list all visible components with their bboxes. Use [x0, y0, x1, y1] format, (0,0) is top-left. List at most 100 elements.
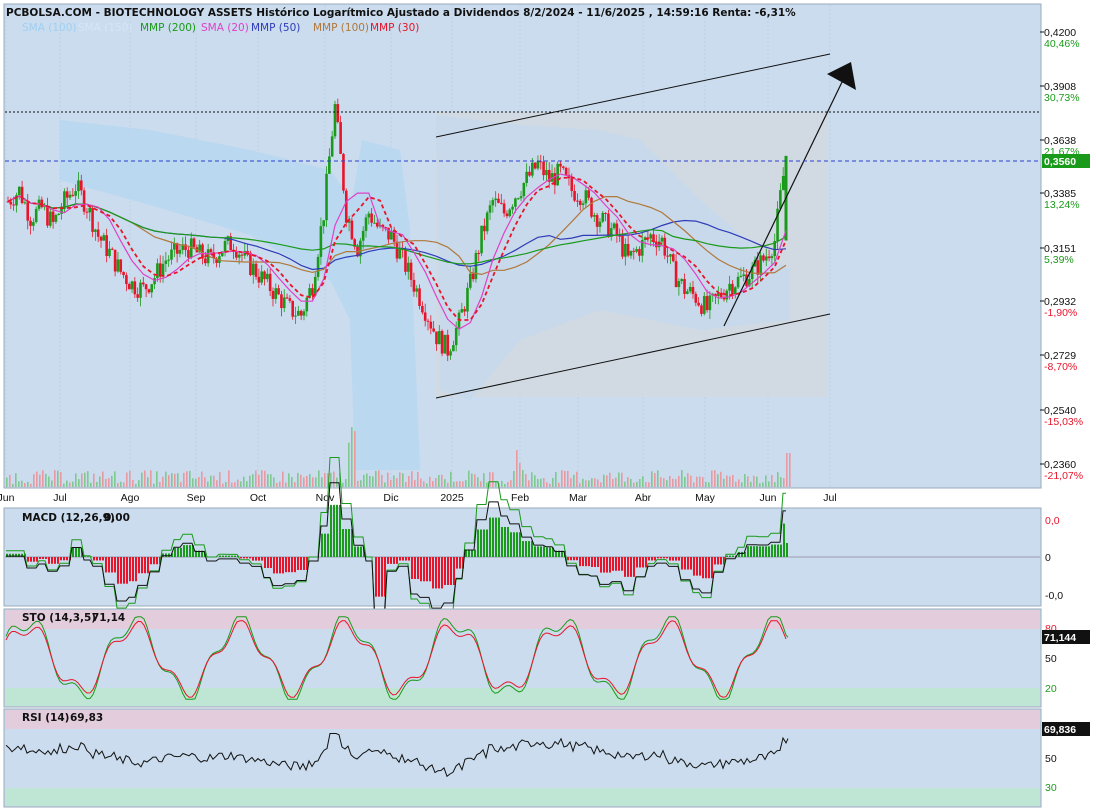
- candle-body: [370, 213, 373, 223]
- volume-bar: [198, 476, 200, 487]
- candle-body: [263, 271, 266, 280]
- volume-bar: [600, 482, 602, 487]
- candle-body: [257, 276, 261, 283]
- candle-body: [584, 190, 588, 204]
- month-label-6: Dic: [383, 492, 398, 504]
- macd-bar: [135, 557, 137, 582]
- candle-body: [406, 262, 410, 272]
- volume-bar: [516, 450, 518, 487]
- volume-bar: [90, 482, 92, 487]
- candle-body: [54, 215, 58, 222]
- candle-body: [330, 136, 334, 157]
- candle-body: [618, 235, 621, 237]
- volume-bar: [276, 482, 278, 487]
- candle-body: [344, 190, 348, 223]
- candle-body: [505, 213, 509, 217]
- candle-body: [57, 213, 61, 216]
- volume-bar: [165, 471, 167, 487]
- candle-body: [702, 296, 706, 314]
- macd-bar: [330, 504, 332, 557]
- candle-body: [404, 249, 407, 272]
- legend-item-6: MMP (30): [370, 22, 419, 34]
- macd-bar: [249, 557, 251, 559]
- chart-frame: PCBOLSA.COM - BIOTECHNOLOGY ASSETS Histó…: [0, 3, 1090, 808]
- macd-bar: [333, 504, 335, 557]
- volume-bar: [621, 472, 623, 487]
- candle-body: [161, 263, 165, 277]
- macd-bar: [489, 517, 491, 557]
- month-label-8: Feb: [511, 492, 529, 504]
- macd-bar: [114, 557, 116, 573]
- candle-body: [282, 297, 286, 309]
- volume-bar: [432, 481, 434, 487]
- candle-body: [694, 293, 698, 303]
- volume-bar: [678, 476, 680, 487]
- candle-body: [739, 275, 743, 277]
- volume-bar: [774, 482, 776, 487]
- volume-bar: [144, 470, 146, 487]
- macd-bar: [786, 543, 788, 557]
- macd-bar: [525, 541, 527, 557]
- volume-bar: [72, 481, 74, 487]
- candle-body: [705, 296, 709, 311]
- macd-bar: [255, 557, 257, 561]
- macd-bar: [186, 545, 188, 557]
- volume-bar: [297, 472, 299, 487]
- macd-axis-top: 0,0: [1045, 515, 1060, 527]
- volume-bar: [441, 474, 443, 487]
- candle-body: [299, 310, 303, 316]
- macd-bar: [99, 557, 101, 561]
- candle-body: [108, 248, 111, 257]
- rsi-value: 69,83: [70, 712, 103, 724]
- macd-bar: [36, 557, 38, 562]
- macd-bar: [444, 557, 446, 585]
- volume-bar: [438, 475, 440, 487]
- volume-bar: [675, 479, 677, 487]
- macd-bar: [696, 557, 698, 576]
- volume-bar: [711, 470, 713, 487]
- macd-bar: [543, 546, 545, 557]
- volume-bar: [732, 474, 734, 487]
- candle-body: [435, 331, 438, 345]
- macd-bar: [732, 555, 734, 557]
- volume-bar: [639, 479, 641, 487]
- volume-bar: [693, 482, 695, 487]
- volume-bar: [141, 472, 143, 487]
- candle-body: [632, 250, 636, 252]
- macd-bar: [507, 527, 509, 557]
- macd-bar: [642, 557, 644, 568]
- macd-bar: [276, 557, 278, 574]
- volume-bar: [468, 470, 470, 487]
- volume-bar: [495, 481, 497, 487]
- candle-body: [576, 200, 579, 202]
- volume-bar: [405, 482, 407, 487]
- volume-bar: [582, 478, 584, 487]
- volume-bar: [33, 474, 35, 487]
- macd-bar: [132, 557, 134, 582]
- volume-bar: [279, 481, 281, 487]
- candle-body: [522, 183, 526, 197]
- volume-bar: [375, 470, 377, 487]
- volume-bar: [723, 478, 725, 487]
- volume-bar: [780, 477, 782, 487]
- macd-bar: [630, 557, 632, 577]
- macd-bar: [687, 557, 689, 570]
- candle-body: [395, 241, 399, 259]
- candle-body: [254, 263, 258, 277]
- candle-body: [533, 162, 537, 169]
- volume-bar: [348, 442, 350, 487]
- candle-body: [364, 217, 368, 231]
- volume-bar: [204, 477, 206, 487]
- volume-bar: [282, 471, 284, 487]
- candle-body: [328, 156, 331, 174]
- volume-bar: [15, 473, 17, 487]
- macd-bar: [177, 547, 179, 557]
- candle-body: [559, 163, 562, 167]
- candle-body: [91, 207, 94, 232]
- volume-bar: [384, 482, 386, 487]
- macd-bar: [228, 555, 230, 557]
- candle-body: [268, 273, 272, 292]
- candle-body: [677, 281, 681, 288]
- volume-bar: [465, 480, 467, 487]
- month-label-7: 2025: [440, 492, 464, 504]
